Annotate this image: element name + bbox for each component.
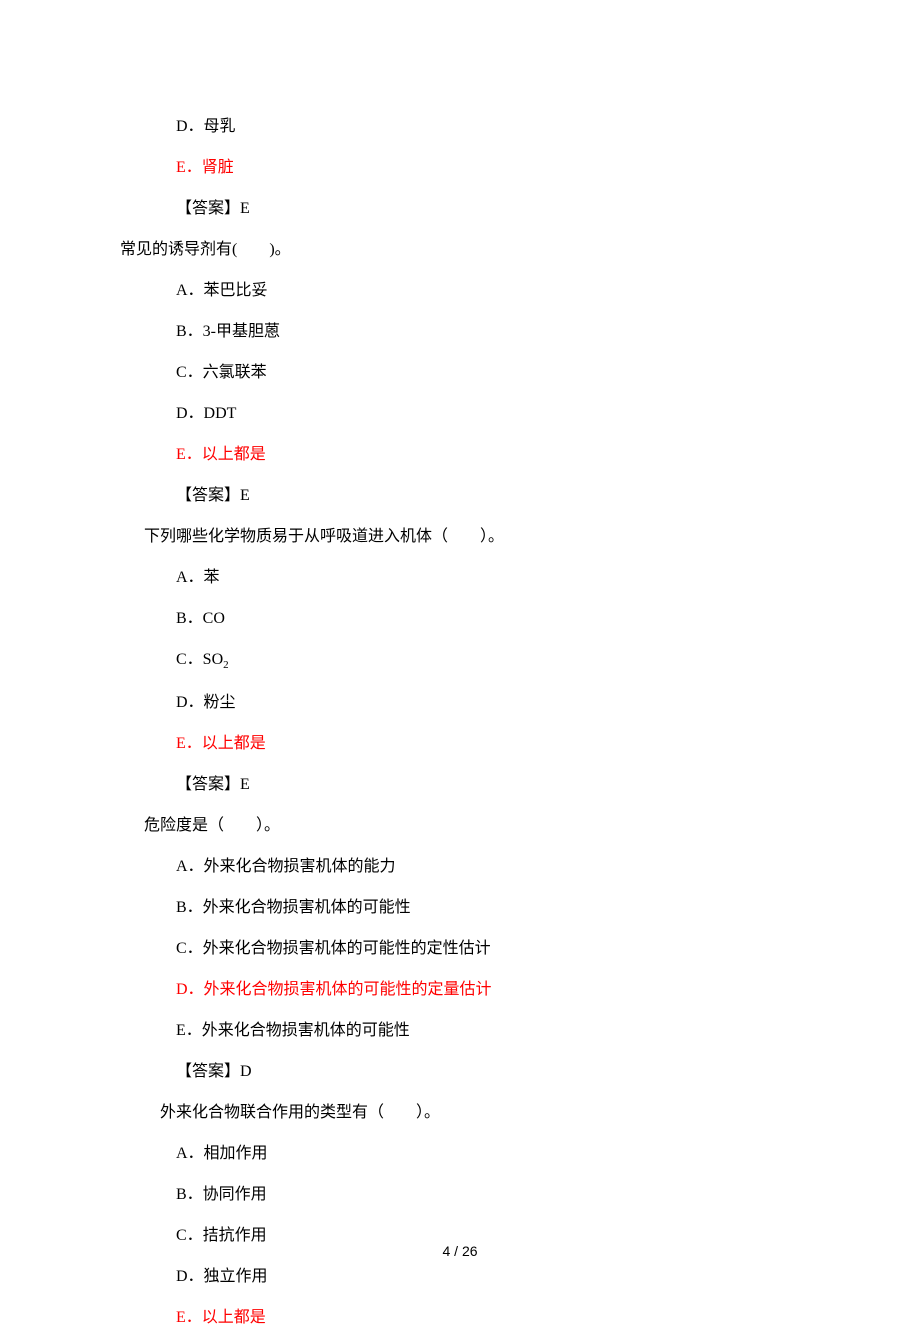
option-c-prefix: C．SO xyxy=(176,651,223,668)
option-d: D．独立作用 xyxy=(120,1265,800,1289)
option-b: B．外来化合物损害机体的可能性 xyxy=(120,896,800,920)
option-a: A．苯 xyxy=(120,566,800,590)
option-b: B．3-甲基胆蒽 xyxy=(120,320,800,344)
option-c: C．外来化合物损害机体的可能性的定性估计 xyxy=(120,937,800,961)
option-b: B．CO xyxy=(120,607,800,631)
option-d: D．母乳 xyxy=(120,115,800,139)
option-e: E．以上都是 xyxy=(120,443,800,467)
option-d: D．粉尘 xyxy=(120,691,800,715)
option-c: C．六氯联苯 xyxy=(120,361,800,385)
question-stem: 常见的诱导剂有( )。 xyxy=(120,238,800,262)
question-stem: 外来化合物联合作用的类型有（ ）。 xyxy=(120,1101,800,1125)
answer-label: 【答案】E xyxy=(120,484,800,508)
question-stem: 危险度是（ ）。 xyxy=(120,814,800,838)
answer-label: 【答案】D xyxy=(120,1060,800,1084)
option-e: E．以上都是 xyxy=(120,732,800,756)
answer-label: 【答案】E xyxy=(120,773,800,797)
option-c-subscript: 2 xyxy=(223,659,229,671)
option-e: E．以上都是 xyxy=(120,1306,800,1330)
option-a: A．外来化合物损害机体的能力 xyxy=(120,855,800,879)
option-b: B．协同作用 xyxy=(120,1183,800,1207)
page-number: 4 / 26 xyxy=(0,1241,920,1262)
option-a: A．苯巴比妥 xyxy=(120,279,800,303)
option-e: E．外来化合物损害机体的可能性 xyxy=(120,1019,800,1043)
answer-label: 【答案】E xyxy=(120,197,800,221)
option-a: A．相加作用 xyxy=(120,1142,800,1166)
option-c: C．SO2 xyxy=(120,648,800,674)
option-d: D．DDT xyxy=(120,402,800,426)
question-stem: 下列哪些化学物质易于从呼吸道进入机体（ ）。 xyxy=(120,525,800,549)
option-e: E．肾脏 xyxy=(120,156,800,180)
option-d: D．外来化合物损害机体的可能性的定量估计 xyxy=(120,978,800,1002)
